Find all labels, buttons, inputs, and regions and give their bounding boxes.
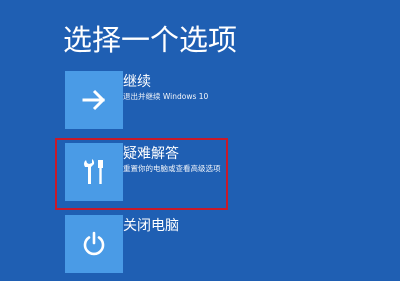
power-icon [83, 231, 105, 256]
continue-label: 继续 [123, 74, 151, 90]
page-title: 选择一个选项 [63, 23, 238, 57]
shutdown-option[interactable]: 关闭电脑 [63, 215, 363, 277]
continue-description: 退出并继续 Windows 10 [123, 92, 209, 101]
shutdown-tile[interactable] [65, 215, 123, 273]
highlight-frame [55, 138, 228, 210]
continue-tile[interactable] [65, 71, 123, 129]
arrow-right-icon [82, 89, 106, 111]
shutdown-label: 关闭电脑 [123, 218, 179, 234]
continue-option[interactable]: 继续 退出并继续 Windows 10 [63, 71, 363, 133]
